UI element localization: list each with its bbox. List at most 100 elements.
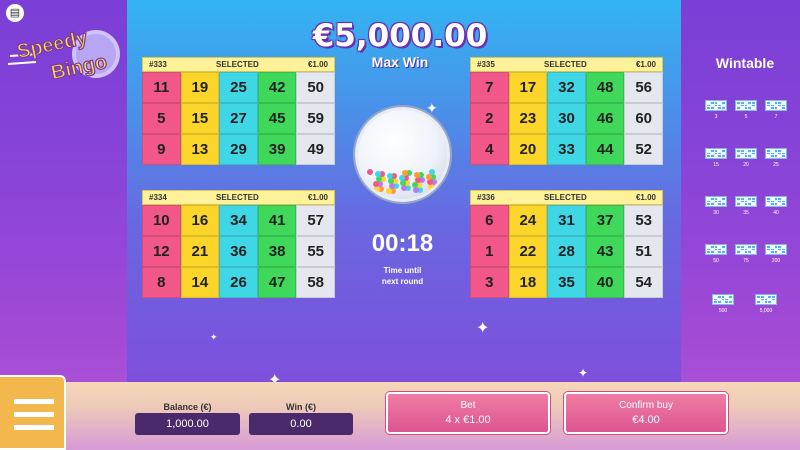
- bingo-cell: 12: [142, 236, 181, 267]
- wintable-payout: 200: [771, 258, 781, 264]
- bingo-cell: 49: [296, 134, 335, 165]
- wintable-payout: 50: [713, 258, 719, 264]
- wintable-item: 5,000: [753, 294, 779, 314]
- bingo-cell: 8: [142, 267, 181, 298]
- wintable-payout: 5: [744, 114, 748, 120]
- bingo-cell: 30: [547, 103, 586, 134]
- card-id: #333: [149, 60, 167, 69]
- bingo-card[interactable]: #333 SELECTED €1.00 11 19 25 42 50 5 15 27 45 59 9…: [142, 57, 335, 165]
- wintable-payout: 3: [714, 114, 718, 120]
- bingo-ball: [376, 176, 382, 182]
- bingo-ball: [427, 179, 433, 185]
- bingo-cell: 18: [508, 267, 548, 298]
- sparkle-icon: ✦: [426, 100, 438, 116]
- bingo-cell: 44: [585, 134, 625, 165]
- wintable-payout: 15: [713, 162, 719, 168]
- bingo-cell: 57: [296, 205, 335, 236]
- pattern-icon: [735, 100, 757, 111]
- pattern-icon: [765, 100, 787, 111]
- bingo-cell: 27: [219, 103, 258, 134]
- pattern-icon: [705, 100, 727, 111]
- bingo-cell: 50: [296, 72, 335, 103]
- bingo-card[interactable]: #335 SELECTED €1.00 7 17 32 48 56 2 23 30 46 60 4 2…: [470, 57, 663, 165]
- bingo-cell: 5: [142, 103, 181, 134]
- bingo-cell: 16: [180, 205, 220, 236]
- bingo-ball: [401, 185, 407, 191]
- bingo-cell: 55: [296, 236, 335, 267]
- bingo-cell: 24: [508, 205, 548, 236]
- wintable-item: 35: [733, 196, 759, 216]
- bingo-cell: 45: [257, 103, 297, 134]
- bingo-cell: 51: [624, 236, 663, 267]
- wintable-payout: 35: [743, 210, 749, 216]
- bingo-cell: 48: [585, 72, 625, 103]
- bingo-cell: 29: [219, 134, 258, 165]
- wintable-item: 15: [703, 148, 729, 168]
- logo-line-2: Bingo: [49, 51, 109, 84]
- pattern-icon: [712, 294, 734, 305]
- wintable-item: 5: [733, 100, 759, 120]
- globe-balls: [367, 169, 438, 194]
- bingo-cell: 2: [470, 103, 509, 134]
- bingo-cell: 3: [470, 267, 509, 298]
- balance-label: Balance (€): [163, 402, 212, 412]
- bingo-ball: [414, 172, 420, 178]
- confirm-value: €4.00: [632, 414, 660, 426]
- card-price: €1.00: [635, 193, 656, 202]
- bingo-cell: 54: [624, 267, 663, 298]
- bingo-cell: 46: [585, 103, 625, 134]
- wintable-item: 200: [763, 244, 789, 264]
- wintable-payout: 75: [743, 258, 749, 264]
- wintable-payout: 7: [774, 114, 778, 120]
- pattern-icon: [765, 148, 787, 159]
- bingo-cell: 35: [547, 267, 586, 298]
- confirm-buy-button[interactable]: Confirm buy €4.00: [564, 392, 728, 434]
- bingo-cell: 26: [219, 267, 258, 298]
- wintable-payout: 30: [713, 210, 719, 216]
- bingo-ball: [413, 187, 419, 193]
- bingo-ball: [402, 170, 408, 176]
- bingo-cell: 58: [296, 267, 335, 298]
- document-icon[interactable]: ▤: [6, 4, 24, 22]
- bingo-cell: 21: [180, 236, 220, 267]
- wintable-item: 30: [703, 196, 729, 216]
- bingo-ball: [429, 169, 435, 175]
- pattern-icon: [735, 244, 757, 255]
- wintable-item: 20: [733, 148, 759, 168]
- card-header: #334 SELECTED €1.00: [142, 190, 335, 205]
- hamburger-icon: [14, 412, 54, 417]
- wintable-item: 3: [703, 100, 729, 120]
- card-status: SELECTED: [544, 60, 587, 69]
- bingo-card[interactable]: #334 SELECTED €1.00 10 16 34 41 57 12 21 36 38 55…: [142, 190, 335, 298]
- bet-value: 4 x €1.00: [445, 414, 491, 426]
- ball-globe: [355, 107, 450, 202]
- card-id: #334: [149, 193, 167, 202]
- bingo-cell: 22: [508, 236, 548, 267]
- menu-button[interactable]: [0, 375, 66, 450]
- bet-button[interactable]: Bet 4 x €1.00: [386, 392, 550, 434]
- bingo-cell: 19: [180, 72, 220, 103]
- bingo-cell: 28: [547, 236, 586, 267]
- bingo-cell: 15: [180, 103, 220, 134]
- bingo-ball: [367, 169, 373, 175]
- bingo-cell: 13: [180, 134, 220, 165]
- card-id: #335: [477, 60, 495, 69]
- bingo-ball: [412, 182, 418, 188]
- timer-caption-line-2: next round: [381, 277, 424, 286]
- bingo-card[interactable]: #336 SELECTED €1.00 6 24 31 37 53 1 22 28 43 51 3 1…: [470, 190, 663, 298]
- wintable-payout: 500: [718, 308, 728, 314]
- wintable-item: 75: [733, 244, 759, 264]
- card-price: €1.00: [635, 60, 656, 69]
- bingo-ball: [387, 173, 393, 179]
- bingo-cell: 40: [585, 267, 625, 298]
- bingo-cell: 4: [470, 134, 509, 165]
- bingo-cell: 34: [219, 205, 258, 236]
- jackpot-amount: €5,000.00: [312, 18, 488, 54]
- bingo-cell: 23: [508, 103, 548, 134]
- bingo-cell: 52: [624, 134, 663, 165]
- wintable-item: 7: [763, 100, 789, 120]
- wintable-item: 40: [763, 196, 789, 216]
- bingo-cell: 1: [470, 236, 509, 267]
- pattern-icon: [765, 244, 787, 255]
- bingo-cell: 10: [142, 205, 181, 236]
